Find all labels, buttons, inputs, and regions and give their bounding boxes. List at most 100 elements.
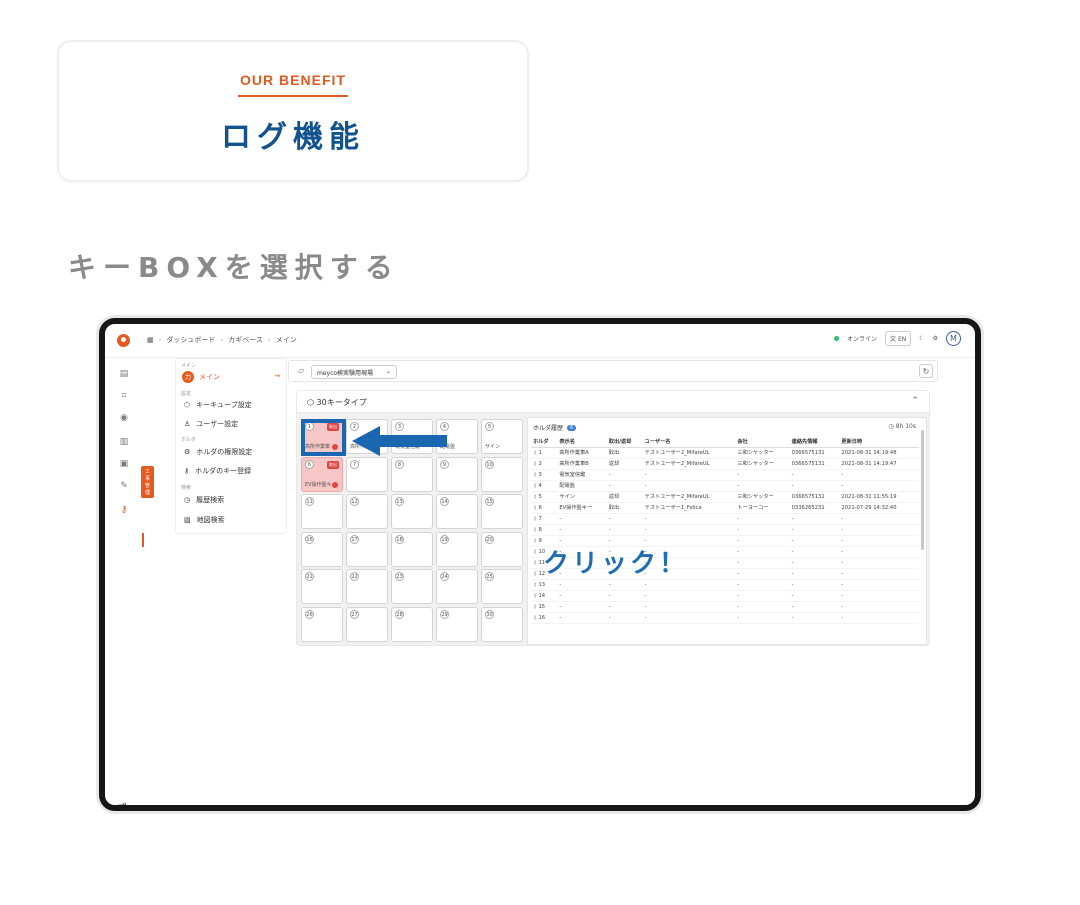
history-title: ホルダ履歴 6 bbox=[533, 423, 577, 432]
key-slot-7[interactable]: 7 bbox=[346, 456, 388, 492]
table-row[interactable]: ⚷ 3 電気室信鍵 - - - - - bbox=[531, 469, 919, 481]
company-cell: トーヨーコー bbox=[735, 502, 790, 514]
key-slot-27[interactable]: 27 bbox=[346, 606, 388, 642]
table-row[interactable]: ⚷ 1 高所作業車A 取出 テストユーザー2_MifareUL 三和シヤッター 03665… bbox=[531, 447, 919, 459]
language-switch[interactable]: 文 EN bbox=[885, 331, 912, 346]
key-slot-17[interactable]: 17 bbox=[346, 531, 388, 567]
status-cell: 返却 bbox=[606, 458, 643, 470]
name-cell: - bbox=[557, 601, 607, 613]
status-cell: - bbox=[606, 469, 643, 481]
top-right-controls: オンライン 文 EN ☾ ⚙ M bbox=[833, 331, 961, 346]
dashboard-icon[interactable]: ▤ bbox=[118, 368, 130, 380]
contact-cell: - bbox=[789, 590, 840, 602]
table-row[interactable]: ⚷ 15- - - - - - bbox=[531, 601, 919, 613]
menu-item-main[interactable]: カ メイン → bbox=[182, 371, 282, 383]
table-row[interactable]: ⚷ 7------ bbox=[531, 513, 919, 525]
breadcrumb-dashboard[interactable]: ダッシュボード bbox=[166, 335, 215, 345]
updated-cell: - bbox=[839, 590, 919, 602]
holder-number: 13 bbox=[538, 581, 546, 588]
archive-icon[interactable]: ▣ bbox=[118, 458, 130, 470]
holder-number: 1 bbox=[538, 449, 542, 456]
gear-icon: ⚙ bbox=[184, 448, 191, 456]
key-slot-5[interactable]: 5 サイン bbox=[481, 419, 523, 454]
grid-icon[interactable]: ▦ bbox=[147, 336, 154, 344]
refresh-button[interactable]: ↻ bbox=[919, 364, 933, 378]
menu-item-history-search[interactable]: ◷ 履歴検索 bbox=[184, 495, 224, 505]
table-row[interactable]: ⚷ 16- - - - - - bbox=[531, 612, 919, 624]
company-cell: - bbox=[735, 579, 790, 591]
menu-item-map-search[interactable]: ▧ 地図検索 bbox=[184, 515, 225, 525]
breadcrumb-separator-icon: › bbox=[220, 336, 224, 344]
menu-item-holder-key-register[interactable]: ⚷ ホルダのキー登録 bbox=[184, 466, 251, 476]
key-slot-11[interactable]: 11 bbox=[301, 494, 343, 529]
holder-cell: ⚷ 4 bbox=[531, 480, 558, 492]
key-slot-14[interactable]: 14 bbox=[436, 494, 478, 529]
key-slot-10[interactable]: 10 bbox=[481, 456, 523, 492]
key-icon[interactable]: ⚷ bbox=[118, 504, 130, 516]
refresh-icon: ↻ bbox=[922, 367, 930, 376]
company-cell: - bbox=[735, 612, 790, 624]
status-cell: - bbox=[606, 524, 643, 536]
menu-item-holder-permission[interactable]: ⚙ ホルダの権限設定 bbox=[184, 447, 252, 457]
edit-icon[interactable]: ✎ bbox=[118, 480, 130, 492]
user-cell: - bbox=[642, 480, 736, 492]
contact-cell: 0336265231 bbox=[789, 502, 840, 514]
table-row[interactable]: ⚷ 14- - - - - - bbox=[531, 590, 919, 602]
key-slot-18[interactable]: 18 bbox=[391, 531, 433, 567]
menu-item-user-settings[interactable]: ♙ ユーザー設定 bbox=[184, 419, 238, 429]
table-header-row: ホルダ 表示名 取出/返却 ユーザー名 会社 連絡先情報 更新日時 bbox=[531, 437, 919, 448]
avatar[interactable]: M bbox=[946, 331, 961, 346]
key-slot-23[interactable]: 23 bbox=[391, 569, 433, 604]
scan-icon[interactable]: ⌗ bbox=[118, 390, 130, 402]
history-table: ホルダ 表示名 取出/返却 ユーザー名 会社 連絡先情報 更新日時 ⚷ 1 高所作… bbox=[531, 437, 919, 624]
contact-cell: - bbox=[789, 546, 840, 558]
key-slot-16[interactable]: 16 bbox=[301, 531, 343, 567]
table-row[interactable]: ⚷ 5 サイン 返却 テストユーザー2_MifareUL 三和シヤッター 03665751… bbox=[531, 491, 919, 503]
chevron-up-icon[interactable]: ⌃ bbox=[911, 396, 919, 406]
key-slot-9[interactable]: 9 bbox=[436, 456, 478, 492]
key-slot-29[interactable]: 29 bbox=[436, 606, 478, 642]
key-slot-28[interactable]: 28 bbox=[391, 606, 433, 642]
key-slot-20[interactable]: 20 bbox=[481, 531, 523, 567]
key-slot-13[interactable]: 13 bbox=[391, 494, 433, 529]
name-cell: - bbox=[557, 524, 607, 536]
table-row[interactable]: ⚷ 13- - - - - - bbox=[531, 579, 919, 591]
settings-icon[interactable]: ⚙ bbox=[933, 335, 938, 342]
dark-mode-icon[interactable]: ☾ bbox=[919, 335, 924, 342]
key-slot-12[interactable]: 12 bbox=[346, 494, 388, 529]
key-slot-24[interactable]: 24 bbox=[436, 569, 478, 604]
key-slot-15[interactable]: 15 bbox=[481, 494, 523, 529]
key-slot-19[interactable]: 19 bbox=[436, 531, 478, 567]
key-slot-8[interactable]: 8 bbox=[391, 456, 433, 492]
name-cell: EV操作盤キー bbox=[557, 502, 607, 514]
slot-number: 12 bbox=[350, 497, 359, 506]
main-badge: カ bbox=[182, 371, 194, 383]
slot-number: 6 bbox=[305, 459, 314, 469]
key-slot-21[interactable]: 21 bbox=[301, 569, 343, 604]
table-row[interactable]: ⚷ 4 配電盤 - - - - - bbox=[531, 480, 919, 492]
contact-cell: - bbox=[789, 535, 840, 547]
table-row[interactable]: ⚷ 6 EV操作盤キー 取出 テストユーザー1_Felica トーヨーコー 0336265… bbox=[531, 502, 919, 514]
key-slot-6[interactable]: 6 取出 EV操作盤キ bbox=[301, 456, 343, 492]
panel-title: ⬡ 30キータイプ bbox=[307, 397, 367, 408]
app-logo-icon[interactable] bbox=[117, 334, 130, 347]
key-slot-25[interactable]: 25 bbox=[481, 569, 523, 604]
breadcrumb-kagibase[interactable]: カギベース bbox=[228, 335, 263, 345]
table-row[interactable]: ⚷ 8------ bbox=[531, 524, 919, 536]
key-slot-30[interactable]: 30 bbox=[481, 606, 523, 642]
logout-icon[interactable]: ⇥ bbox=[118, 800, 126, 805]
key-slot-22[interactable]: 22 bbox=[346, 569, 388, 604]
chart-icon[interactable]: ▥ bbox=[118, 436, 130, 448]
menu-item-key-cube-settings[interactable]: ⬡ キーキューブ設定 bbox=[184, 400, 252, 410]
location-icon[interactable]: ◉ bbox=[118, 412, 130, 424]
key-slot-26[interactable]: 26 bbox=[301, 606, 343, 642]
slot-number: 20 bbox=[485, 534, 494, 544]
site-select[interactable]: meyco検実験用現場 ⌄ bbox=[311, 365, 397, 379]
holder-number: 15 bbox=[538, 603, 546, 610]
table-row[interactable]: ⚷ 2 高所作業車B 返却 テストユーザー2_MifareUL 三和シヤッター 03665… bbox=[531, 458, 919, 470]
company-cell: - bbox=[735, 601, 790, 613]
holder-cell: ⚷ 7 bbox=[531, 513, 558, 525]
contact-cell: 0366575131 bbox=[789, 447, 840, 459]
history-scrollbar[interactable] bbox=[921, 430, 924, 550]
company-cell: - bbox=[735, 590, 790, 602]
